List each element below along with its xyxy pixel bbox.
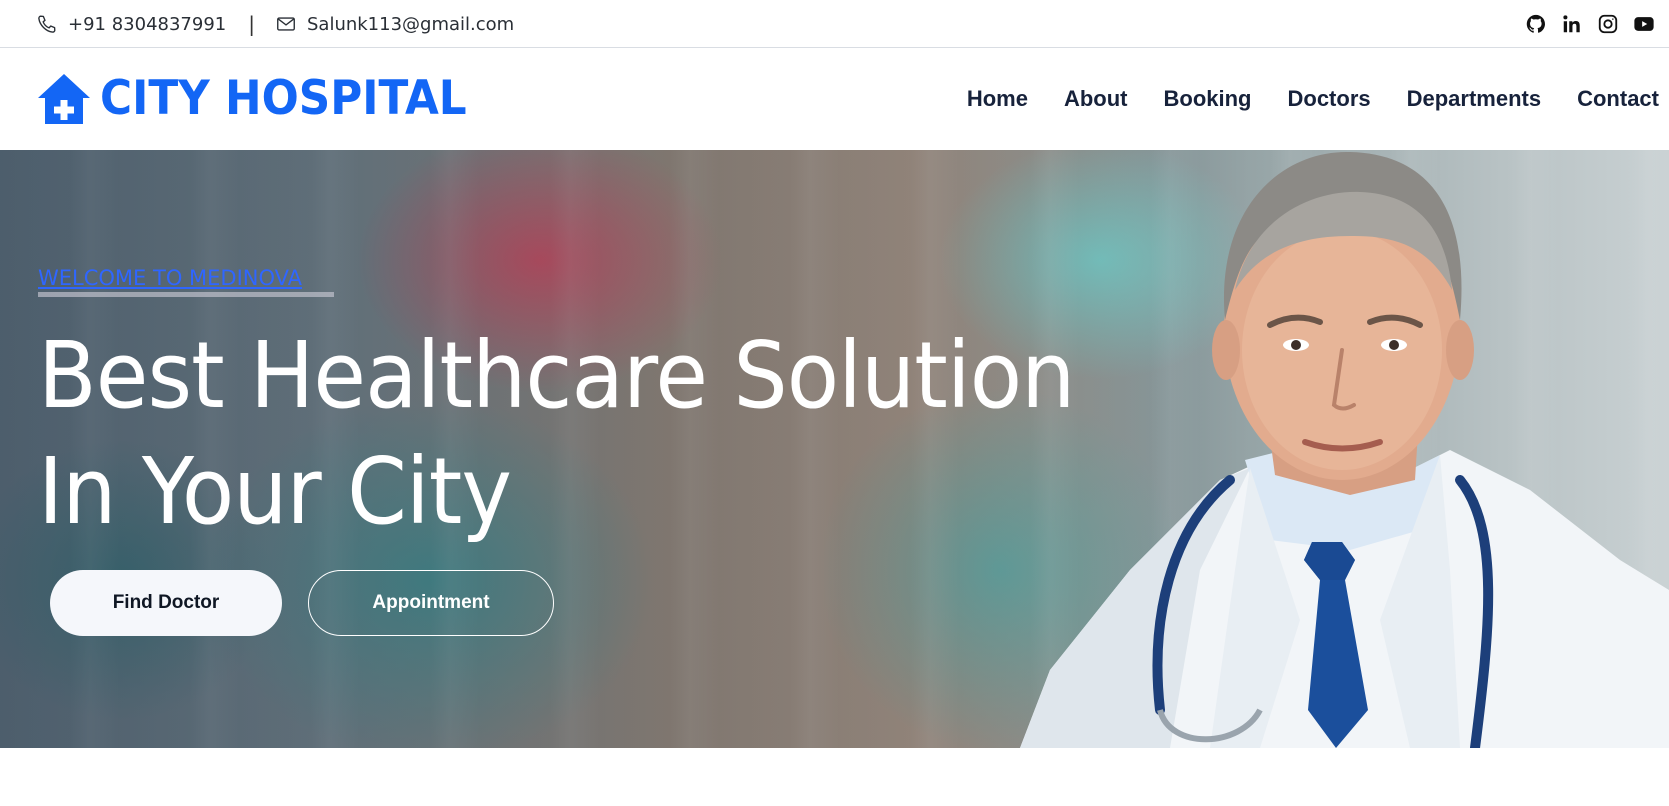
github-icon[interactable] (1525, 13, 1547, 35)
contact-info: +91 8304837991 | Salunk113@gmail.com (36, 0, 514, 48)
hospital-home-icon (36, 72, 92, 126)
nav-contact[interactable]: Contact (1577, 86, 1659, 112)
phone-icon (36, 13, 58, 35)
hero-banner: WELCOME TO MEDINOVA Best Healthcare Solu… (0, 150, 1669, 748)
primary-nav: Home About Booking Doctors Departments C… (931, 48, 1659, 150)
email-address[interactable]: Salunk113@gmail.com (307, 14, 514, 35)
youtube-icon[interactable] (1633, 13, 1655, 35)
headline-line-2: In Your City (38, 438, 512, 545)
find-doctor-button[interactable]: Find Doctor (50, 570, 282, 636)
main-navbar: CITY HOSPITAL Home About Booking Doctors… (0, 48, 1669, 150)
linkedin-icon[interactable] (1561, 13, 1583, 35)
nav-about[interactable]: About (1064, 86, 1128, 112)
brand-logo[interactable]: CITY HOSPITAL (36, 72, 494, 126)
nav-booking[interactable]: Booking (1164, 86, 1252, 112)
top-bar: +91 8304837991 | Salunk113@gmail.com (0, 0, 1669, 48)
instagram-icon[interactable] (1597, 13, 1619, 35)
headline-line-1: Best Healthcare Solution (38, 322, 1075, 429)
nav-home[interactable]: Home (967, 86, 1028, 112)
envelope-icon (275, 13, 297, 35)
appointment-button[interactable]: Appointment (308, 570, 554, 636)
kicker-underline-bar (38, 292, 334, 297)
doctor-portrait (1020, 151, 1669, 748)
contact-separator: | (248, 12, 255, 36)
brand-name: CITY HOSPITAL (100, 71, 467, 126)
hero-kicker: WELCOME TO MEDINOVA (38, 266, 303, 290)
hero-headline: Best Healthcare Solution In Your City (38, 318, 1075, 550)
social-links (1525, 0, 1669, 48)
phone-number[interactable]: +91 8304837991 (68, 14, 226, 35)
nav-departments[interactable]: Departments (1407, 86, 1541, 112)
nav-doctors[interactable]: Doctors (1288, 86, 1371, 112)
